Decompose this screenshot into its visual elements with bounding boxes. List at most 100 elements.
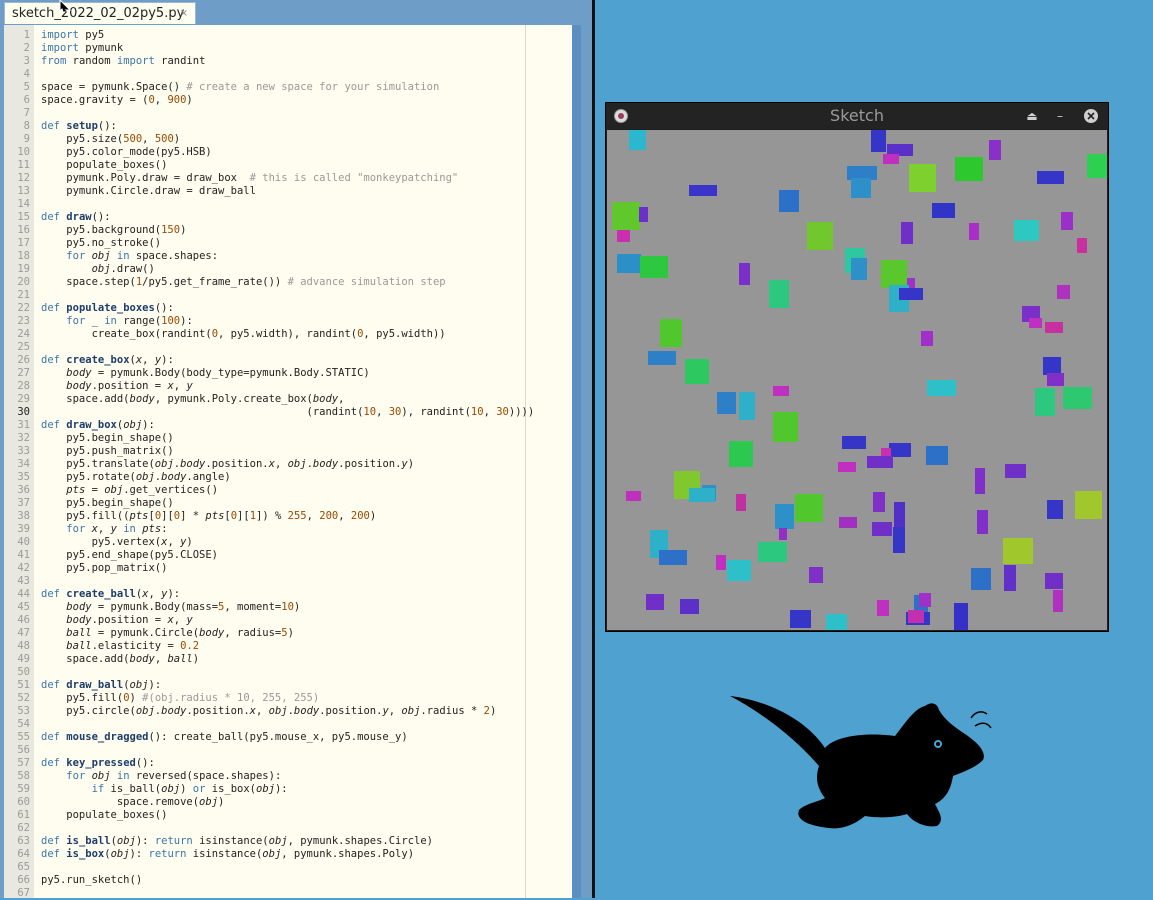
code-line[interactable]: 64 def is_box(obj): return isinstance(obj… — [4, 848, 414, 861]
code-editor[interactable]: 1 import py5 2 import pymunk 3 from random im… — [4, 25, 581, 900]
code-line[interactable]: 49 space.add(body, ball) — [4, 653, 199, 666]
code-line[interactable]: 26 def create_box(x, y): — [4, 354, 173, 367]
code-line[interactable]: 47 ball = pymunk.Circle(body, radius=5) — [4, 627, 294, 640]
code-line[interactable]: 44 def create_ball(x, y): — [4, 588, 180, 601]
physics-box — [1045, 573, 1063, 589]
minimize-window-icon[interactable]: – — [1050, 103, 1070, 129]
code-text: py5.fill(0) #(obj.radius * 10, 255, 255) — [41, 692, 320, 704]
code-line[interactable]: 34 py5.translate(obj.body.position.x, ob… — [4, 458, 414, 471]
code-line[interactable]: 27 body = pymunk.Body(body_type=pymunk.B… — [4, 367, 369, 380]
tab-sketch-file[interactable]: sketch_2022_02_02py5.py × — [4, 2, 196, 24]
code-line[interactable]: 11 populate_boxes() — [4, 159, 167, 172]
code-line[interactable]: 2 import pymunk — [4, 42, 124, 55]
code-line[interactable]: 18 for obj in space.shapes: — [4, 250, 218, 263]
code-line[interactable]: 58 for obj in reversed(space.shapes): — [4, 770, 281, 783]
code-line[interactable]: 67 — [4, 887, 30, 900]
line-number: 30 — [17, 406, 30, 418]
code-line[interactable]: 55 def mouse_dragged(): create_ball(py5.m… — [4, 731, 407, 744]
pane-divider[interactable] — [592, 0, 595, 898]
code-line[interactable]: 62 — [4, 822, 30, 835]
code-line[interactable]: 46 body.position = x, y — [4, 614, 192, 627]
line-number: 41 — [17, 549, 30, 561]
code-line[interactable]: 35 py5.rotate(obj.body.angle) — [4, 471, 230, 484]
line-number: 23 — [17, 315, 30, 327]
code-line[interactable]: 3 from random import randint — [4, 55, 206, 68]
code-line[interactable]: 9 py5.size(500, 500) — [4, 133, 180, 146]
code-line[interactable]: 57 def key_pressed(): — [4, 757, 154, 770]
code-line[interactable]: 36 pts = obj.get_vertices() — [4, 484, 218, 497]
code-line[interactable]: 45 body = pymunk.Body(mass=5, moment=10) — [4, 601, 300, 614]
code-line[interactable]: 50 — [4, 666, 30, 679]
code-line[interactable]: 39 for x, y in pts: — [4, 523, 167, 536]
physics-box — [689, 185, 717, 196]
code-line[interactable]: 1 import py5 — [4, 29, 105, 42]
line-number: 61 — [17, 809, 30, 821]
sketch-canvas[interactable] — [607, 130, 1107, 630]
code-line[interactable]: 8 def setup(): — [4, 120, 117, 133]
code-line[interactable]: 48 ball.elasticity = 0.2 — [4, 640, 199, 653]
code-lines[interactable]: 1 import py5 2 import pymunk 3 from random im… — [4, 29, 534, 900]
code-line[interactable]: 21 — [4, 289, 30, 302]
physics-box — [889, 443, 911, 457]
code-line[interactable]: 51 def draw_ball(obj): — [4, 679, 161, 692]
code-line[interactable]: 53 py5.circle(obj.body.position.x, obj.b… — [4, 705, 496, 718]
code-line[interactable]: 17 py5.no_stroke() — [4, 237, 161, 250]
code-text: for obj in space.shapes: — [66, 250, 219, 262]
code-line[interactable]: 16 py5.background(150) — [4, 224, 186, 237]
code-line[interactable]: 42 py5.pop_matrix() — [4, 562, 167, 575]
code-line[interactable]: 6 space.gravity = (0, 900) — [4, 94, 193, 107]
code-line[interactable]: 24 create_box(randint(0, py5.width), ran… — [4, 328, 445, 341]
code-line[interactable]: 56 — [4, 744, 30, 757]
code-line[interactable]: 59 if is_ball(obj) or is_box(obj): — [4, 783, 287, 796]
shade-window-icon[interactable]: ⏏ — [1022, 103, 1042, 129]
code-line[interactable]: 4 — [4, 68, 30, 81]
code-line[interactable]: 33 py5.push_matrix() — [4, 445, 173, 458]
code-line[interactable]: 63 def is_ball(obj): return isinstance(ob… — [4, 835, 433, 848]
code-line[interactable]: 13 pymunk.Circle.draw = draw_ball — [4, 185, 256, 198]
code-line[interactable]: 7 — [4, 107, 30, 120]
code-line[interactable]: 19 obj.draw() — [4, 263, 154, 276]
code-line[interactable]: 31 def draw_box(obj): — [4, 419, 154, 432]
code-line[interactable]: 60 space.remove(obj) — [4, 796, 224, 809]
line-number: 47 — [17, 627, 30, 639]
code-line[interactable]: 32 py5.begin_shape() — [4, 432, 173, 445]
code-line[interactable]: 20 space.step(1/py5.get_frame_rate()) # … — [4, 276, 445, 289]
line-number: 22 — [17, 302, 30, 314]
code-line[interactable]: 65 — [4, 861, 30, 874]
close-window-icon[interactable] — [1081, 103, 1101, 129]
code-line[interactable]: 14 — [4, 198, 30, 211]
code-line[interactable]: 29 space.add(body, pymunk.Poly.create_bo… — [4, 393, 344, 406]
line-number: 13 — [17, 185, 30, 197]
vertical-scrollbar[interactable] — [572, 25, 581, 898]
code-line[interactable]: 5 space = pymunk.Space() # create a new s… — [4, 81, 440, 94]
physics-box — [660, 319, 682, 347]
code-line[interactable]: 37 py5.begin_shape() — [4, 497, 173, 510]
code-line[interactable]: 41 py5.end_shape(py5.CLOSE) — [4, 549, 218, 562]
tab-close-icon[interactable]: × — [180, 3, 188, 25]
code-line[interactable]: 40 py5.vertex(x, y) — [4, 536, 192, 549]
code-line[interactable]: 43 — [4, 575, 30, 588]
code-line[interactable]: 22 def populate_boxes(): — [4, 302, 173, 315]
code-text: pymunk.Circle.draw = draw_ball — [41, 185, 256, 197]
code-line[interactable]: 66 py5.run_sketch() — [4, 874, 142, 887]
sketch-titlebar[interactable]: Sketch ⏏ – — [606, 103, 1108, 129]
code-line[interactable]: 23 for _ in range(100): — [4, 315, 192, 328]
code-line[interactable]: 12 pymunk.Poly.draw = draw_box # this is… — [4, 172, 458, 185]
code-text: py5.run_sketch() — [41, 874, 143, 886]
physics-box — [779, 190, 799, 212]
code-line[interactable]: 38 py5.fill((pts[0][0] * pts[0][1]) % 25… — [4, 510, 376, 523]
physics-box — [1005, 464, 1026, 478]
code-text: body = pymunk.Body(body_type=pymunk.Body… — [66, 367, 370, 379]
code-line[interactable]: 52 py5.fill(0) #(obj.radius * 10, 255, 2… — [4, 692, 319, 705]
code-line[interactable]: 61 populate_boxes() — [4, 809, 167, 822]
line-number: 54 — [17, 718, 30, 730]
code-line[interactable]: 25 — [4, 341, 30, 354]
physics-box — [739, 392, 755, 420]
physics-box — [826, 614, 847, 630]
code-line[interactable]: 28 body.position = x, y — [4, 380, 192, 393]
code-line[interactable]: 15 def draw(): — [4, 211, 110, 224]
code-line[interactable]: 54 — [4, 718, 30, 731]
physics-box — [921, 331, 933, 346]
code-line[interactable]: 30 (randint(10, 30), randint(10, 30)))) — [4, 406, 534, 419]
code-line[interactable]: 10 py5.color_mode(py5.HSB) — [4, 146, 211, 159]
